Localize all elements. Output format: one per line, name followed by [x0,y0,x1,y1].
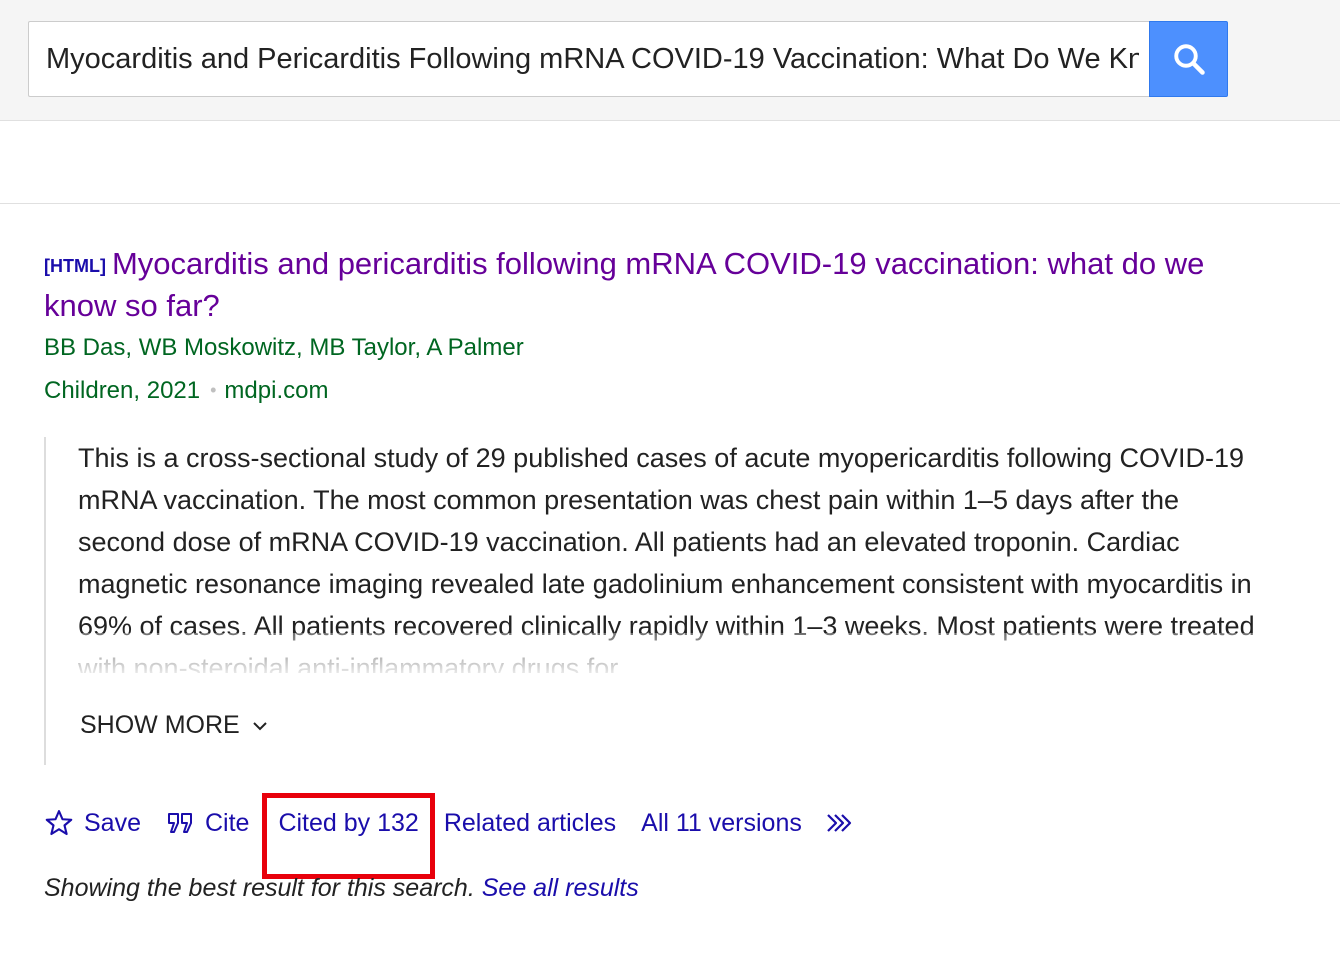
result-title-link[interactable]: Myocarditis and pericarditis following m… [44,246,1204,323]
star-icon [45,810,73,836]
search-header [0,0,1340,121]
results-summary: Showing the best result for this search.… [44,874,639,903]
separator-dot: • [210,380,217,400]
show-more-label: SHOW MORE [80,711,240,739]
cited-by-link[interactable]: Cited by 132 [278,809,418,838]
search-icon [1173,44,1205,75]
summary-text: Showing the best result for this search. [44,874,475,902]
abstract-snippet: This is a cross-sectional study of 29 pu… [44,437,1270,765]
related-articles-link[interactable]: Related articles [444,809,616,838]
show-more-button[interactable]: SHOW MORE [80,711,268,740]
quote-icon [167,813,192,833]
source-domain: mdpi.com [224,377,329,404]
html-tag[interactable]: [HTML] [44,256,106,276]
result-authors: BB Das, WB Moskowitz, MB Taylor, A Palme… [44,334,524,361]
all-versions-link[interactable]: All 11 versions [641,809,802,838]
search-bar [28,21,1228,97]
chevron-down-icon [253,721,267,730]
result-source: Children, 2021 • mdpi.com [44,371,1274,410]
abstract-fade [46,633,1270,677]
double-chevron-right-icon [827,814,851,832]
search-result: [HTML] Myocarditis and pericarditis follo… [44,244,1274,765]
cite-button[interactable]: Cite [167,809,249,838]
results-divider [0,203,1340,204]
cite-label: Cite [204,808,250,837]
result-actions: Save Cite Cited by 132 Related articles … [44,780,868,879]
journal-year: Children, 2021 [44,377,201,404]
see-all-results-link[interactable]: See all results [482,874,639,902]
save-label: Save [84,808,141,837]
search-input[interactable] [28,21,1149,97]
cited-by-highlight: Cited by 132 [262,793,435,879]
search-button[interactable] [1149,21,1228,97]
save-button[interactable]: Save [44,808,141,838]
more-actions-button[interactable] [826,811,868,835]
result-title-line: [HTML] Myocarditis and pericarditis follo… [44,244,1274,326]
